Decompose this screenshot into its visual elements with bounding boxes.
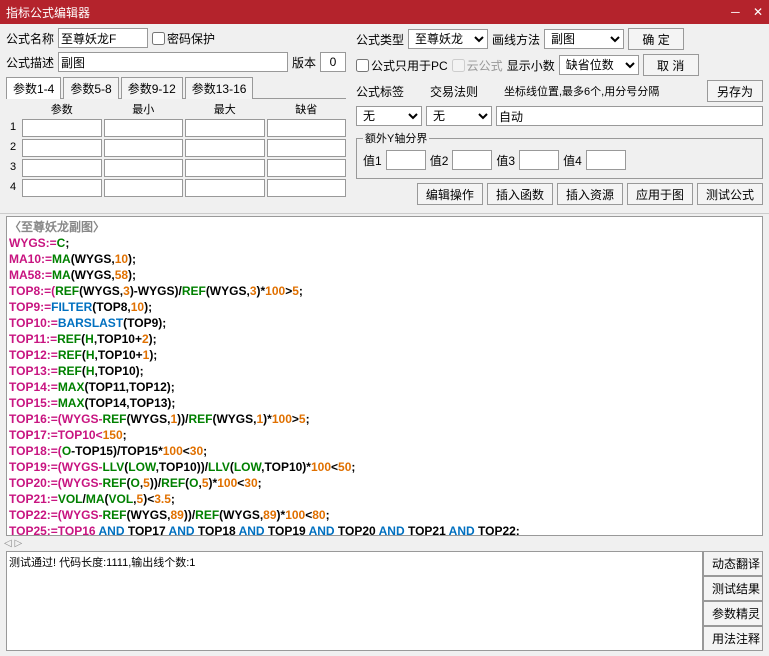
param-tab[interactable]: 参数5-8 [63, 77, 118, 99]
close-icon[interactable]: ✕ [753, 5, 763, 19]
param-header: 参数 [22, 101, 102, 117]
formula-type-select[interactable]: 至尊妖龙 [408, 29, 488, 49]
save-as-button[interactable]: 另存为 [707, 80, 763, 102]
val1-input[interactable] [386, 150, 426, 170]
param-cell[interactable] [185, 179, 265, 197]
code-editor[interactable]: 〈至尊妖龙副图〉WYGS:=C;MA10:=MA(WYGS,10);MA58:=… [6, 216, 763, 536]
param-header: 最大 [185, 101, 265, 117]
insert-res-button[interactable]: 插入资源 [557, 183, 623, 205]
param-cell[interactable] [267, 119, 347, 137]
param-row-num: 2 [6, 139, 20, 157]
formula-desc-label: 公式描述 [6, 54, 54, 71]
val2-input[interactable] [452, 150, 492, 170]
title-bar: 指标公式编辑器 ─ ✕ [0, 0, 769, 24]
coord-hint-label: 坐标线位置,最多6个,用分号分隔 [504, 83, 659, 99]
formula-tag-select[interactable]: 无 [356, 106, 422, 126]
cloud-checkbox: 云公式 [452, 57, 503, 74]
val3-label: 值3 [496, 152, 515, 169]
formula-name-input[interactable] [58, 28, 148, 48]
scroll-indicator[interactable]: ◁ ▷ [0, 538, 769, 549]
val1-label: 值1 [363, 152, 382, 169]
param-cell[interactable] [185, 139, 265, 157]
test-result-button[interactable]: 测试结果 [703, 576, 763, 601]
param-tab[interactable]: 参数13-16 [185, 77, 254, 99]
formula-tag-label: 公式标签 [356, 85, 404, 99]
param-header: 缺省 [267, 101, 347, 117]
param-tab[interactable]: 参数9-12 [121, 77, 183, 99]
param-cell[interactable] [185, 119, 265, 137]
val4-label: 值4 [563, 152, 582, 169]
top-panel: 公式名称 密码保护 公式描述 版本 参数1-4参数5-8参数9-12参数13-1… [0, 24, 769, 214]
val2-label: 值2 [430, 152, 449, 169]
param-cell[interactable] [267, 139, 347, 157]
param-cell[interactable] [267, 159, 347, 177]
cancel-button[interactable]: 取 消 [643, 54, 699, 76]
status-output: 测试通过! 代码长度:1111,输出线个数:1 [6, 551, 703, 651]
param-grid: 参数最小最大缺省 1 2 3 4 [6, 101, 346, 197]
formula-desc-input[interactable] [58, 52, 288, 72]
param-wizard-button[interactable]: 参数精灵 [703, 601, 763, 626]
decimal-places-select[interactable]: 缺省位数 [559, 55, 639, 75]
extra-y-fieldset: 额外Y轴分界 值1 值2 值3 值4 [356, 130, 763, 179]
formula-type-label: 公式类型 [356, 31, 404, 48]
param-tab[interactable]: 参数1-4 [6, 77, 61, 99]
formula-name-label: 公式名称 [6, 30, 54, 47]
param-row-num: 1 [6, 119, 20, 137]
param-cell[interactable] [22, 139, 102, 157]
param-cell[interactable] [104, 179, 184, 197]
param-row-num: 4 [6, 179, 20, 197]
version-input[interactable] [320, 52, 346, 72]
param-cell[interactable] [267, 179, 347, 197]
param-cell[interactable] [22, 119, 102, 137]
trade-rule-select[interactable]: 无 [426, 106, 492, 126]
version-label: 版本 [292, 54, 316, 71]
val4-input[interactable] [586, 150, 626, 170]
test-formula-button[interactable]: 测试公式 [697, 183, 763, 205]
param-cell[interactable] [185, 159, 265, 177]
draw-method-select[interactable]: 副图 [544, 29, 624, 49]
insert-fn-button[interactable]: 插入函数 [487, 183, 553, 205]
window-title: 指标公式编辑器 [6, 4, 90, 21]
password-protect-checkbox[interactable]: 密码保护 [152, 30, 215, 47]
val3-input[interactable] [519, 150, 559, 170]
dyn-trans-button[interactable]: 动态翻译 [703, 551, 763, 576]
usage-note-button[interactable]: 用法注释 [703, 626, 763, 651]
param-row-num: 3 [6, 159, 20, 177]
edit-op-button[interactable]: 编辑操作 [417, 183, 483, 205]
coord-input[interactable] [496, 106, 763, 126]
pc-only-checkbox[interactable]: 公式只用于PC [356, 57, 448, 74]
param-cell[interactable] [104, 159, 184, 177]
param-cell[interactable] [104, 139, 184, 157]
ok-button[interactable]: 确 定 [628, 28, 684, 50]
trade-rule-label: 交易法则 [430, 85, 478, 99]
apply-chart-button[interactable]: 应用于图 [627, 183, 693, 205]
param-cell[interactable] [22, 159, 102, 177]
draw-method-label: 画线方法 [492, 31, 540, 48]
minimize-icon[interactable]: ─ [731, 5, 740, 19]
param-tabs: 参数1-4参数5-8参数9-12参数13-16 [6, 76, 346, 99]
param-cell[interactable] [104, 119, 184, 137]
show-decimal-label: 显示小数 [507, 57, 555, 74]
param-cell[interactable] [22, 179, 102, 197]
extra-y-legend: 额外Y轴分界 [363, 130, 429, 146]
param-header: 最小 [104, 101, 184, 117]
